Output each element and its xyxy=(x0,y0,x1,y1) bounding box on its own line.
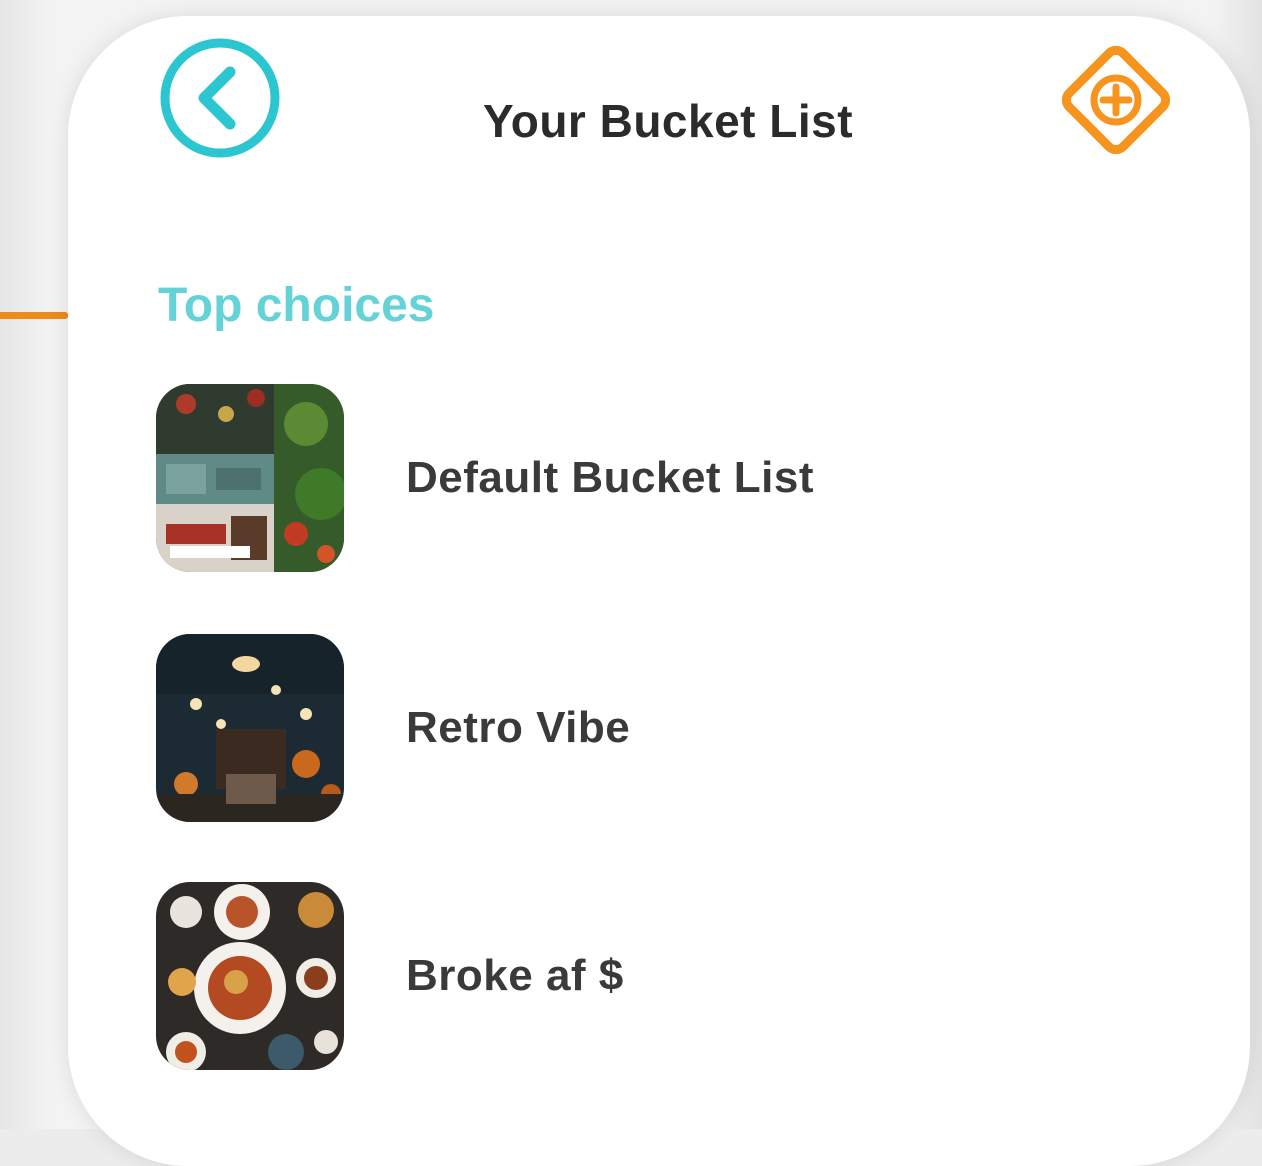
list-thumbnail xyxy=(156,384,344,572)
list-name: Default Bucket List xyxy=(406,453,815,502)
bucket-list-panel: Your Bucket List Top choices Default Buc… xyxy=(68,16,1250,1166)
side-accent-line xyxy=(0,312,68,319)
add-list-button[interactable] xyxy=(1050,34,1182,166)
section-label-top-choices: Top choices xyxy=(158,279,435,332)
list-name: Retro Vibe xyxy=(406,703,631,752)
list-item-broke-af[interactable]: Broke af $ xyxy=(156,878,1156,1074)
page-title: Your Bucket List xyxy=(482,95,854,147)
diamond-plus-icon xyxy=(1061,45,1171,155)
chevron-left-circle-icon xyxy=(160,38,280,158)
list-item-default-bucket-list[interactable]: Default Bucket List xyxy=(156,380,1156,576)
back-button[interactable] xyxy=(158,36,282,160)
list-item-retro-vibe[interactable]: Retro Vibe xyxy=(156,630,1156,826)
list-thumbnail xyxy=(156,634,344,822)
list-name: Broke af $ xyxy=(406,951,624,1000)
list-thumbnail xyxy=(156,882,344,1070)
